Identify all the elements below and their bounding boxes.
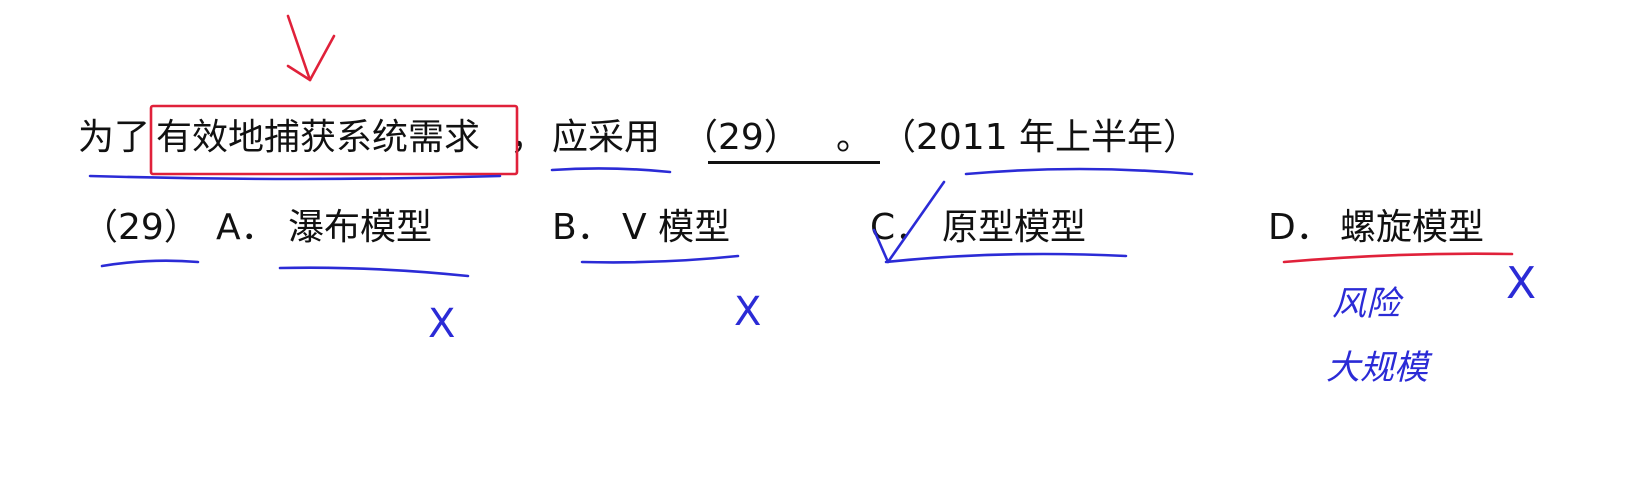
option-b-letter: B．: [552, 207, 613, 248]
question-blank-number: （29）: [682, 117, 800, 158]
option-c-letter: C．: [870, 207, 932, 248]
note-d-large-scale: 大规模: [1326, 348, 1428, 388]
mark-b-cross: X: [734, 289, 762, 335]
question-prefix: 为了: [78, 117, 151, 158]
option-c-text: 原型模型: [942, 207, 1087, 248]
underline-question-2: [550, 167, 672, 174]
option-a-letter: A．: [216, 207, 277, 248]
underline-question-3: [964, 167, 1194, 176]
underline-options-number: [100, 259, 200, 268]
option-b-text: V 模型: [622, 207, 731, 248]
underline-option-b: [580, 254, 740, 264]
option-d-text: 螺旋模型: [1340, 207, 1485, 248]
option-a-text: 瀑布模型: [288, 207, 433, 248]
red-underline-option-d: [1282, 252, 1514, 264]
question-verb: 应采用: [552, 117, 661, 158]
question-period: 。: [836, 117, 873, 158]
question-comma: ，: [510, 117, 547, 158]
mark-a-cross: X: [428, 301, 456, 347]
question-source: （2011 年上半年）: [880, 117, 1200, 158]
option-d-letter: D．: [1268, 207, 1332, 248]
mark-d-cross: X: [1506, 258, 1537, 309]
red-arrow-shaft: [286, 14, 312, 82]
red-arrow-head: [286, 34, 336, 82]
options-number: （29）: [82, 207, 200, 248]
slide-page: 为了 有效地捕获系统需求 ， 应采用 （29） 。 （2011 年上半年） （2…: [0, 0, 1646, 486]
note-d-risk: 风险: [1332, 284, 1400, 324]
underline-option-a: [278, 266, 470, 278]
underline-question-1: [88, 174, 502, 181]
question-highlight-text: 有效地捕获系统需求: [156, 117, 481, 158]
underline-option-c: [884, 252, 1128, 264]
